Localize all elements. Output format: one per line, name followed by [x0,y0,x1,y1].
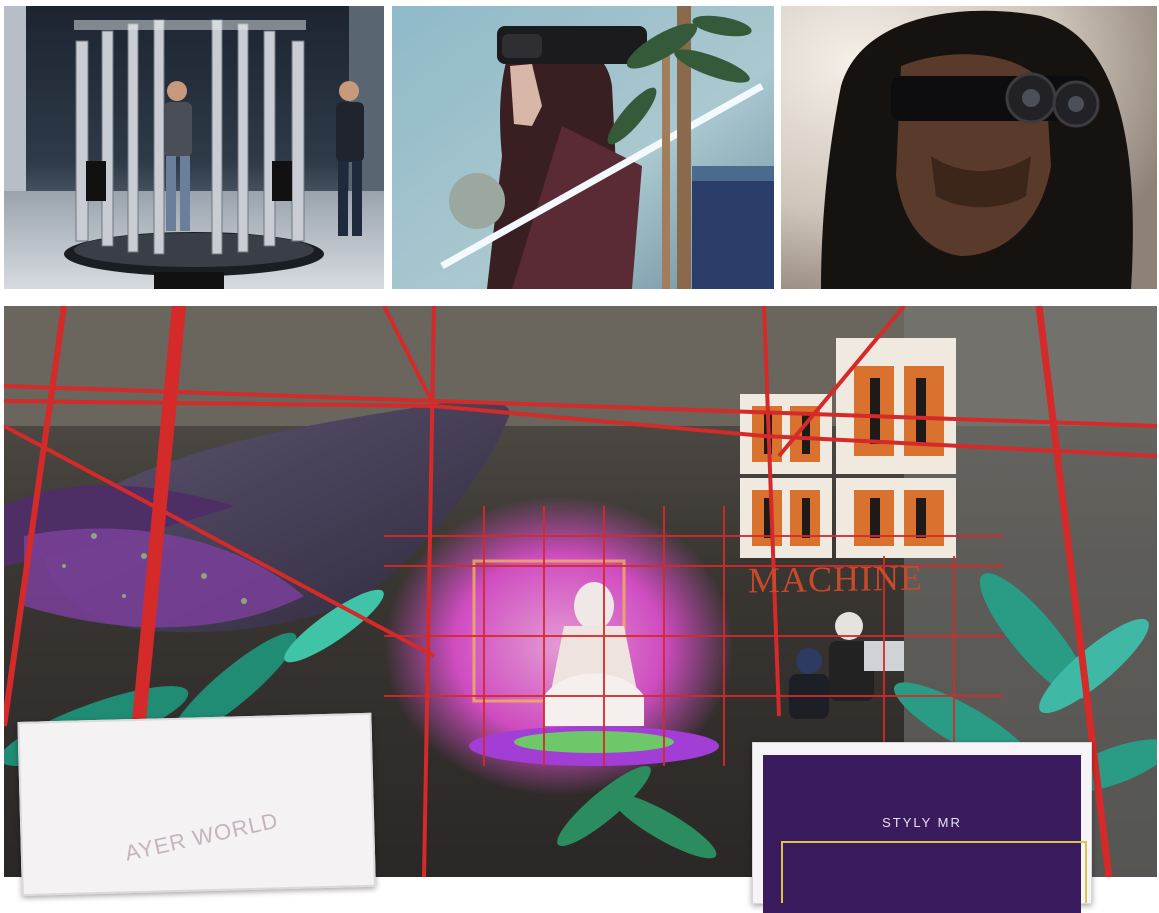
machine-sign-text: MACHINE [748,557,923,601]
photo-headset-woman [392,6,774,289]
right-floating-panel: STYLY MR [752,742,1092,913]
capture-rig-illustration [4,6,384,289]
left-floating-panel: AYER WORLD [17,712,376,896]
photo-capture-rig [4,6,384,289]
right-panel-title: STYLY MR [882,815,962,830]
headset-woman-illustration [392,6,774,289]
right-panel-frame [781,841,1087,903]
photo-headset-man [781,6,1157,289]
right-panel-content: STYLY MR [763,755,1087,913]
headset-man-illustration [781,6,1157,289]
left-panel-title: AYER WORLD [122,807,281,866]
